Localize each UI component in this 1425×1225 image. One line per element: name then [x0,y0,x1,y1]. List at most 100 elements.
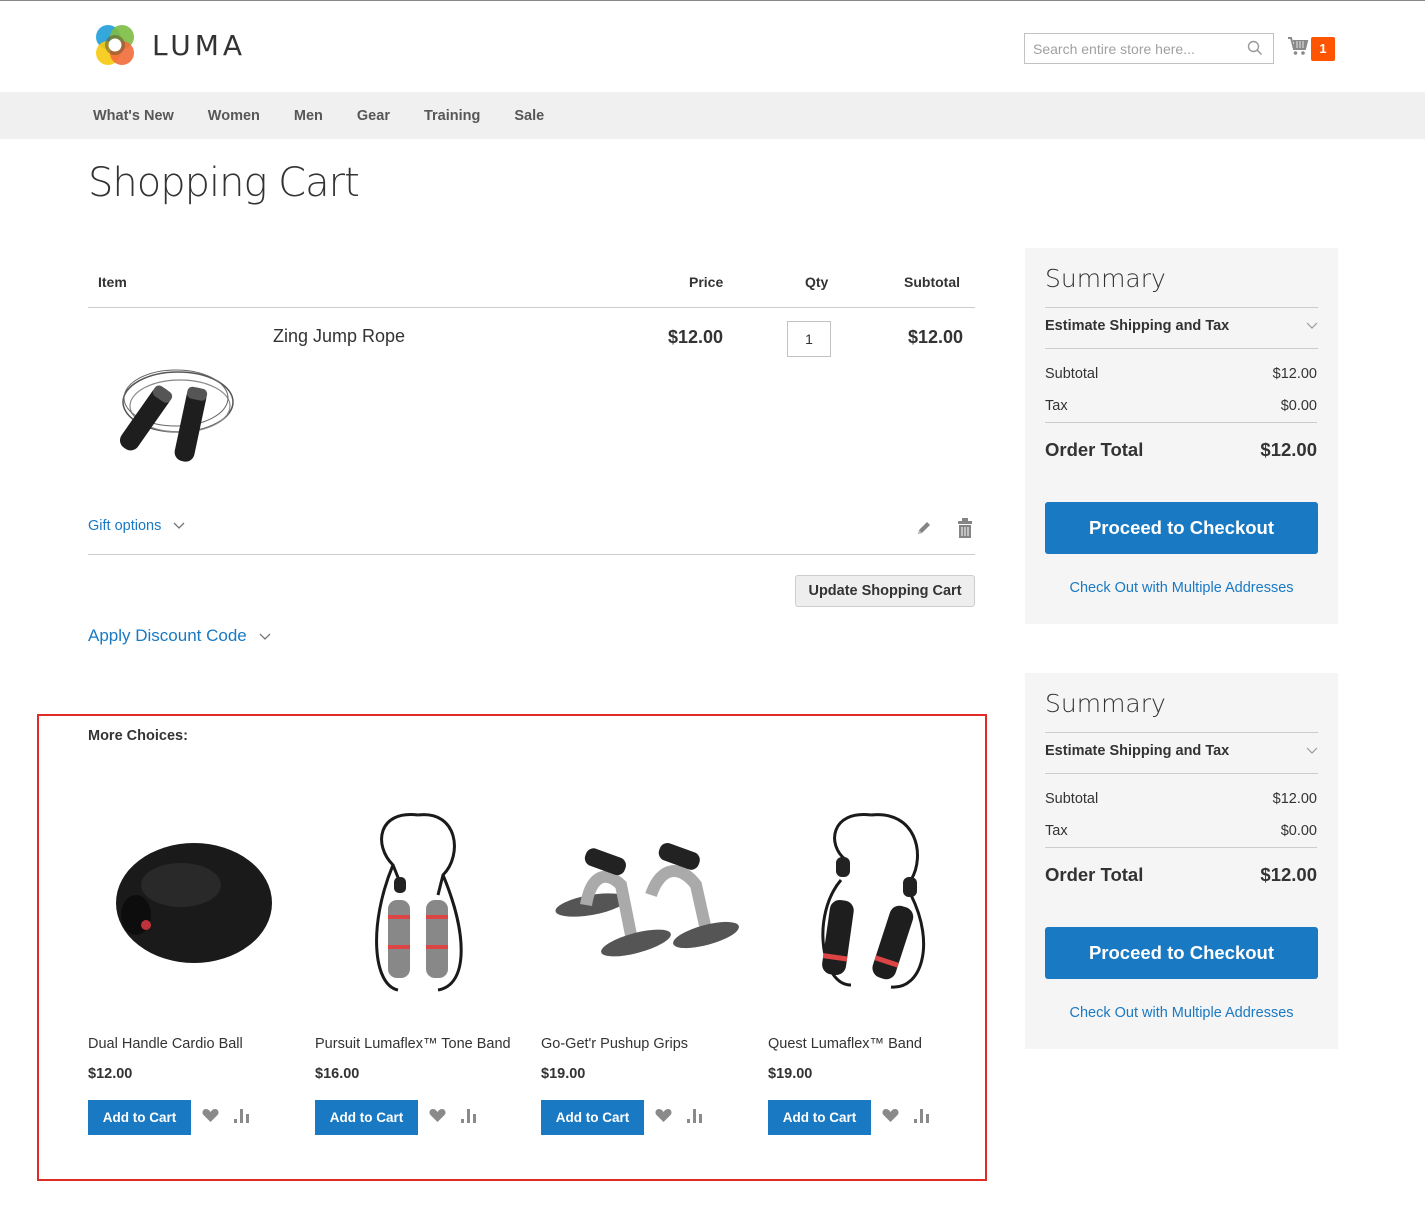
subtotal-value: $12.00 [1272,791,1317,807]
chevron-down-icon [259,626,271,646]
order-summary: Summary Estimate Shipping and Tax Subtot… [1025,248,1338,624]
heart-icon[interactable] [202,1108,219,1128]
column-header-subtotal: Subtotal [904,274,960,290]
multiple-addresses-link[interactable]: Check Out with Multiple Addresses [1045,1005,1318,1021]
qty-input[interactable] [787,321,831,357]
multiple-addresses-link[interactable]: Check Out with Multiple Addresses [1045,580,1318,596]
estimate-shipping-label: Estimate Shipping and Tax [1045,743,1230,759]
product-name[interactable]: Dual Handle Cardio Ball [88,1036,243,1052]
summary-title: Summary [1045,264,1166,293]
minicart[interactable]: 1 [1287,35,1335,62]
order-total-row: Order Total $12.00 [1045,864,1317,886]
product-name[interactable]: Go-Get'r Pushup Grips [541,1036,688,1052]
add-to-cart-button[interactable]: Add to Cart [88,1100,191,1135]
divider [1045,773,1318,774]
tax-label: Tax [1045,823,1068,839]
edit-pencil-icon[interactable] [915,519,933,542]
product-price: $16.00 [315,1066,360,1082]
compare-icon[interactable] [234,1109,250,1128]
top-border [0,0,1425,1]
product-price: $19.00 [541,1066,586,1082]
cart-item-price: $12.00 [667,327,723,347]
compare-icon[interactable] [687,1109,703,1128]
product-card: Pursuit Lumaflex™ Tone Band $16.00 Add t… [315,780,520,1135]
more-choices-title: More Choices: [88,728,188,744]
apply-discount-toggle[interactable]: Apply Discount Code [88,626,271,646]
column-header-qty: Qty [805,274,829,290]
chevron-down-icon [1306,743,1318,759]
compare-icon[interactable] [914,1109,930,1128]
estimate-shipping-toggle[interactable]: Estimate Shipping and Tax [1045,318,1318,334]
summary-title: Summary [1045,689,1166,718]
main-navigation: What's New Women Men Gear Training Sale [0,92,1425,139]
gift-options-label: Gift options [88,518,162,534]
estimate-shipping-label: Estimate Shipping and Tax [1045,318,1230,334]
divider [88,307,975,308]
page-title: Shopping Cart [88,160,360,206]
add-to-cart-button[interactable]: Add to Cart [315,1100,418,1135]
subtotal-value: $12.00 [1272,366,1317,382]
product-card: Go-Get'r Pushup Grips $19.00 Add to Cart [541,780,746,1135]
logo[interactable]: LUMA [92,22,246,68]
divider [1045,348,1318,349]
product-image-pushup-grips[interactable] [541,780,746,1020]
heart-icon[interactable] [429,1108,446,1128]
apply-discount-label: Apply Discount Code [88,626,247,645]
tax-row: Tax $0.00 [1045,398,1317,414]
tax-row: Tax $0.00 [1045,823,1317,839]
add-to-cart-button[interactable]: Add to Cart [541,1100,644,1135]
heart-icon[interactable] [655,1108,672,1128]
chevron-down-icon [1306,318,1318,334]
product-name[interactable]: Pursuit Lumaflex™ Tone Band [315,1036,511,1052]
nav-item-women[interactable]: Women [208,108,260,124]
product-image-zing-jump-rope[interactable] [98,342,238,482]
product-image-quest-band[interactable] [768,780,973,1020]
search-input[interactable] [1025,34,1235,63]
order-summary: Summary Estimate Shipping and Tax Subtot… [1025,673,1338,1049]
item-actions [915,518,975,543]
column-header-item: Item [98,274,127,290]
order-total-value: $12.00 [1260,439,1317,460]
cart-count-badge: 1 [1311,36,1335,61]
product-price: $19.00 [768,1066,813,1082]
estimate-shipping-toggle[interactable]: Estimate Shipping and Tax [1045,743,1318,759]
divider [1045,847,1317,848]
order-total-label: Order Total [1045,864,1144,885]
subtotal-label: Subtotal [1045,366,1099,382]
logo-text: LUMA [152,28,247,62]
product-price: $12.00 [88,1066,133,1082]
gift-options-toggle[interactable]: Gift options [88,518,185,534]
trash-icon[interactable] [957,518,973,543]
product-image-cardio-ball[interactable] [88,780,293,1020]
search-icon[interactable] [1247,40,1263,61]
tax-value: $0.00 [1280,823,1317,839]
product-image-tone-band[interactable] [315,780,520,1020]
update-shopping-cart-button[interactable]: Update Shopping Cart [795,575,975,607]
tax-label: Tax [1045,398,1068,414]
nav-item-training[interactable]: Training [424,108,480,124]
compare-icon[interactable] [461,1109,477,1128]
product-name[interactable]: Quest Lumaflex™ Band [768,1036,922,1052]
cart-item-name[interactable]: Zing Jump Rope [273,326,405,347]
order-total-value: $12.00 [1260,864,1317,885]
divider [1045,307,1318,308]
divider [1045,422,1317,423]
subtotal-label: Subtotal [1045,791,1099,807]
heart-icon[interactable] [882,1108,899,1128]
proceed-to-checkout-button[interactable]: Proceed to Checkout [1045,927,1318,979]
nav-item-gear[interactable]: Gear [357,108,390,124]
product-card: Dual Handle Cardio Ball $12.00 Add to Ca… [88,780,293,1135]
add-to-cart-button[interactable]: Add to Cart [768,1100,871,1135]
proceed-to-checkout-button[interactable]: Proceed to Checkout [1045,502,1318,554]
nav-item-whats-new[interactable]: What's New [93,108,174,124]
divider [88,554,975,555]
order-total-label: Order Total [1045,439,1144,460]
nav-item-sale[interactable]: Sale [514,108,544,124]
subtotal-row: Subtotal $12.00 [1045,366,1317,382]
cart-icon[interactable] [1287,35,1309,62]
chevron-down-icon [173,518,185,534]
nav-item-men[interactable]: Men [294,108,323,124]
column-header-price: Price [689,274,724,290]
subtotal-row: Subtotal $12.00 [1045,791,1317,807]
search-box[interactable] [1024,33,1274,64]
